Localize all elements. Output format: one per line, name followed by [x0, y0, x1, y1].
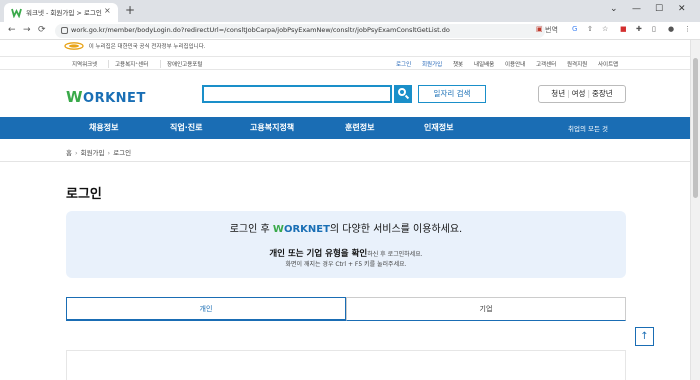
- util-link-guide[interactable]: 이용안내: [505, 60, 525, 68]
- reload-icon[interactable]: ⟳: [38, 25, 46, 35]
- search-input[interactable]: [202, 85, 392, 103]
- util-link-sitemap[interactable]: 사이트맵: [598, 60, 618, 68]
- util-link-tomorrow-learning[interactable]: 내일배움: [474, 60, 494, 68]
- scrollbar-thumb[interactable]: [693, 58, 698, 198]
- worknet-inline-logo: WORKNET: [272, 224, 330, 235]
- util-link-customer-center[interactable]: 고객센터: [536, 60, 556, 68]
- breadcrumb: 홈 › 회원가입 › 로그인: [66, 147, 131, 157]
- forward-icon[interactable]: →: [23, 25, 31, 35]
- menu-icon[interactable]: ⋮: [684, 25, 691, 33]
- browser-tab-strip: 워크넷 - 회원가입 > 로그인 × + ⌄ — ☐ ✕: [0, 0, 700, 22]
- worknet-logo[interactable]: WORKNET: [66, 88, 146, 106]
- lock-icon: [61, 27, 68, 34]
- extensions-puzzle-icon[interactable]: ✚: [636, 25, 642, 33]
- util-link-employment-center[interactable]: 고용복지⁺센터: [115, 60, 148, 68]
- util-link-local-worknet[interactable]: 지역워크넷: [72, 60, 97, 68]
- maximize-button[interactable]: ☐: [655, 4, 663, 14]
- audience-selector: 청년 | 여성 | 중장년: [538, 85, 626, 103]
- translate-label[interactable]: 번역: [545, 25, 558, 35]
- share-icon[interactable]: ⇧: [587, 25, 593, 33]
- tab-close-icon[interactable]: ×: [104, 6, 111, 15]
- close-window-button[interactable]: ✕: [678, 4, 686, 14]
- tab-company[interactable]: 기업: [346, 297, 626, 321]
- divider: [160, 60, 161, 68]
- info-line-3: 화면이 깨지는 경우 Ctrl + F5 키를 눌러주세요.: [285, 261, 407, 268]
- gov-notice: 이 누리집은 대한민국 공식 전자정부 누리집입니다.: [64, 42, 206, 54]
- util-link-disabled-portal[interactable]: 장애인고용포털: [167, 60, 202, 68]
- profile-icon[interactable]: ●: [668, 25, 674, 33]
- login-info-box: 로그인 후 WORKNET의 다양한 서비스를 이용하세요. 개인 또는 기업 …: [66, 211, 626, 278]
- chevron-right-icon: ›: [107, 149, 111, 157]
- info-line-1: 로그인 후 WORKNET의 다양한 서비스를 이용하세요.: [229, 224, 463, 235]
- info-line-2: 개인 또는 기업 유형을 확인하신 후 로그인하세요.: [269, 249, 423, 259]
- bookmark-star-icon[interactable]: ☆: [602, 25, 608, 33]
- job-search-button[interactable]: 일자리 검색: [418, 85, 486, 103]
- utility-bar: 지역워크넷 고용복지⁺센터 장애인고용포털 로그인 회원가입 챗봇 내일배움 이…: [0, 56, 690, 70]
- web-page: 이 누리집은 대한민국 공식 전자정부 누리집입니다. 지역워크넷 고용복지⁺센…: [0, 40, 690, 380]
- chevron-right-icon: ›: [74, 149, 78, 157]
- google-icon[interactable]: G: [572, 25, 577, 33]
- nav-item-job-info[interactable]: 채용정보: [89, 122, 118, 133]
- nav-item-welfare-policy[interactable]: 고용복지정책: [250, 122, 294, 133]
- member-type-tabs: 개인 기업: [66, 297, 626, 321]
- util-link-remote-support[interactable]: 원격지원: [567, 60, 587, 68]
- divider: [0, 161, 690, 162]
- minimize-button[interactable]: —: [632, 4, 641, 14]
- extension-red-icon[interactable]: ■: [620, 25, 627, 33]
- worknet-favicon-icon: [11, 8, 22, 18]
- page-title: 로그인: [66, 187, 102, 202]
- util-link-signup[interactable]: 회원가입: [422, 60, 442, 68]
- gov-emblem-icon: [64, 42, 84, 50]
- gov-notice-text: 이 누리집은 대한민국 공식 전자정부 누리집입니다.: [88, 44, 206, 50]
- translate-icon[interactable]: ▣: [536, 25, 543, 33]
- breadcrumb-login: 로그인: [113, 149, 132, 157]
- nav-item-talent[interactable]: 인재정보: [424, 122, 453, 133]
- nav-item-career[interactable]: 직업·진로: [170, 122, 202, 133]
- nav-item-training[interactable]: 훈련정보: [345, 122, 374, 133]
- nav-item-all[interactable]: 취업의 모든 것: [568, 123, 608, 133]
- browser-toolbar: ← → ⟳ work.go.kr/member/bodyLogin.do?red…: [0, 22, 700, 40]
- middle-aged-link[interactable]: 중장년: [592, 89, 613, 98]
- page-scrollbar[interactable]: [690, 40, 700, 380]
- address-bar[interactable]: work.go.kr/member/bodyLogin.do?redirectU…: [55, 24, 545, 38]
- youth-link[interactable]: 청년: [551, 89, 565, 98]
- side-panel-icon[interactable]: ▯: [652, 25, 656, 33]
- util-link-chatbot[interactable]: 챗봇: [453, 60, 463, 68]
- new-tab-button[interactable]: +: [125, 3, 135, 17]
- divider: [108, 60, 109, 68]
- arrow-up-icon: ↑: [640, 331, 649, 342]
- back-icon[interactable]: ←: [8, 25, 16, 35]
- login-form-area: [66, 350, 626, 380]
- scroll-top-button[interactable]: ↑: [635, 327, 654, 346]
- url-text: work.go.kr/member/bodyLogin.do?redirectU…: [71, 26, 450, 34]
- tab-search-icon[interactable]: ⌄: [610, 4, 618, 14]
- util-link-login[interactable]: 로그인: [396, 60, 411, 68]
- breadcrumb-signup[interactable]: 회원가입: [81, 149, 105, 157]
- tab-personal[interactable]: 개인: [66, 297, 346, 321]
- browser-tab[interactable]: 워크넷 - 회원가입 > 로그인 ×: [4, 3, 118, 22]
- global-nav: 채용정보 직업·진로 고용복지정책 훈련정보 인재정보 취업의 모든 것: [0, 117, 690, 139]
- tab-title: 워크넷 - 회원가입 > 로그인: [26, 9, 102, 17]
- breadcrumb-home[interactable]: 홈: [66, 149, 72, 157]
- search-button[interactable]: [394, 85, 412, 103]
- women-link[interactable]: 여성: [572, 89, 586, 98]
